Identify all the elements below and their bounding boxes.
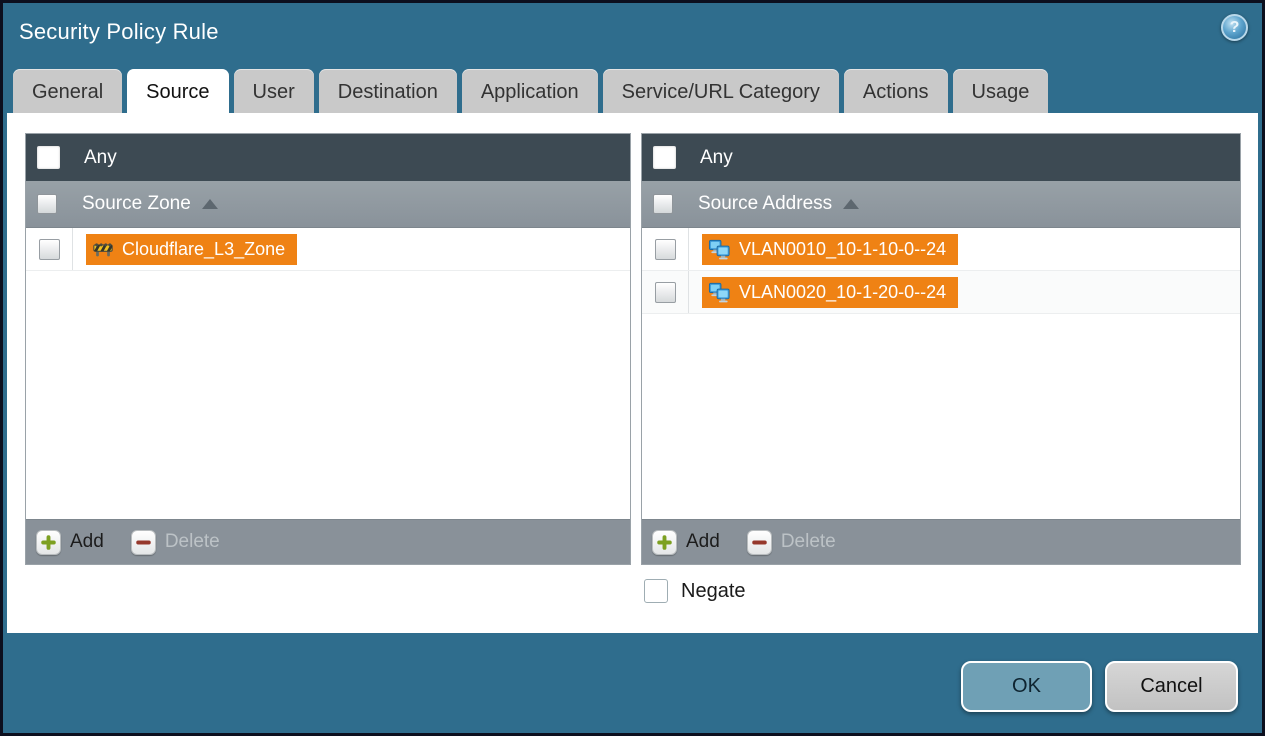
source-zone-footer: Add Delete <box>26 519 630 564</box>
dialog-title: Security Policy Rule <box>19 19 219 44</box>
source-address-any-checkbox[interactable] <box>653 146 676 169</box>
tab-general[interactable]: General <box>13 69 123 116</box>
tab-application[interactable]: Application <box>461 69 598 116</box>
negate-row: Negate <box>644 579 1258 603</box>
zone-tag-label: Cloudflare_L3_Zone <box>122 238 286 259</box>
address-icon <box>708 238 731 261</box>
source-zone-any-checkbox[interactable] <box>37 146 60 169</box>
delete-address-button: Delete <box>746 529 836 555</box>
source-zone-selectall-checkbox[interactable] <box>37 194 57 214</box>
plus-icon <box>652 529 677 555</box>
dialog-button-bar: OK Cancel <box>961 661 1238 712</box>
minus-icon <box>746 529 772 555</box>
zone-icon <box>92 238 114 260</box>
add-address-button[interactable]: Add <box>652 529 720 555</box>
delete-zone-button: Delete <box>130 529 220 555</box>
security-policy-rule-dialog: Security Policy Rule ? General Source Us… <box>0 0 1265 736</box>
table-row[interactable]: Cloudflare_L3_Zone <box>26 228 630 271</box>
address-icon <box>708 281 731 304</box>
help-icon[interactable]: ? <box>1221 14 1248 41</box>
cancel-button[interactable]: Cancel <box>1105 661 1238 712</box>
tab-content-source: Any Source Zone Cloudflare_L3_Zone Add D… <box>7 113 1258 633</box>
sort-asc-icon <box>843 199 860 209</box>
address-tag[interactable]: VLAN0020_10-1-20-0--24 <box>702 276 959 308</box>
negate-label: Negate <box>681 579 746 602</box>
source-address-column-header[interactable]: Source Address <box>642 181 1240 228</box>
plus-icon <box>36 529 61 555</box>
source-zone-any-label: Any <box>84 146 117 168</box>
source-zone-panel: Any Source Zone Cloudflare_L3_Zone Add D… <box>25 133 631 565</box>
row-checkbox[interactable] <box>654 281 676 303</box>
source-address-column-label: Source Address <box>698 193 833 214</box>
table-row[interactable]: VLAN0010_10-1-10-0--24 <box>642 228 1240 271</box>
source-zone-any-row: Any <box>26 134 630 181</box>
minus-icon <box>130 529 156 555</box>
source-zone-list: Cloudflare_L3_Zone <box>26 228 630 519</box>
tab-destination[interactable]: Destination <box>318 69 457 116</box>
source-address-selectall-checkbox[interactable] <box>653 194 673 214</box>
source-address-list: VLAN0010_10-1-10-0--24 VLAN0020_10-1-20-… <box>642 228 1240 519</box>
negate-checkbox[interactable] <box>644 579 668 603</box>
add-zone-button[interactable]: Add <box>36 529 104 555</box>
address-tag-label: VLAN0020_10-1-20-0--24 <box>739 281 947 302</box>
tab-usage[interactable]: Usage <box>952 69 1049 116</box>
tab-user[interactable]: User <box>233 69 314 116</box>
tab-service-url-category[interactable]: Service/URL Category <box>602 69 839 116</box>
source-address-footer: Add Delete <box>642 519 1240 564</box>
source-address-any-label: Any <box>700 146 733 168</box>
row-checkbox[interactable] <box>654 238 676 260</box>
source-address-panel: Any Source Address VLAN0010_10-1-10-0--2… <box>641 133 1241 565</box>
row-checkbox[interactable] <box>38 238 60 260</box>
source-zone-column-label: Source Zone <box>82 193 191 214</box>
address-tag-label: VLAN0010_10-1-10-0--24 <box>739 238 947 259</box>
ok-button[interactable]: OK <box>961 661 1092 712</box>
source-address-any-row: Any <box>642 134 1240 181</box>
address-tag[interactable]: VLAN0010_10-1-10-0--24 <box>702 233 959 265</box>
tab-bar: General Source User Destination Applicat… <box>13 69 1049 116</box>
zone-tag[interactable]: Cloudflare_L3_Zone <box>86 233 298 265</box>
sort-asc-icon <box>201 199 218 209</box>
source-zone-column-header[interactable]: Source Zone <box>26 181 630 228</box>
table-row[interactable]: VLAN0020_10-1-20-0--24 <box>642 271 1240 314</box>
title-bar: Security Policy Rule ? <box>3 3 1262 66</box>
tab-actions[interactable]: Actions <box>843 69 948 116</box>
tab-source[interactable]: Source <box>127 69 229 116</box>
